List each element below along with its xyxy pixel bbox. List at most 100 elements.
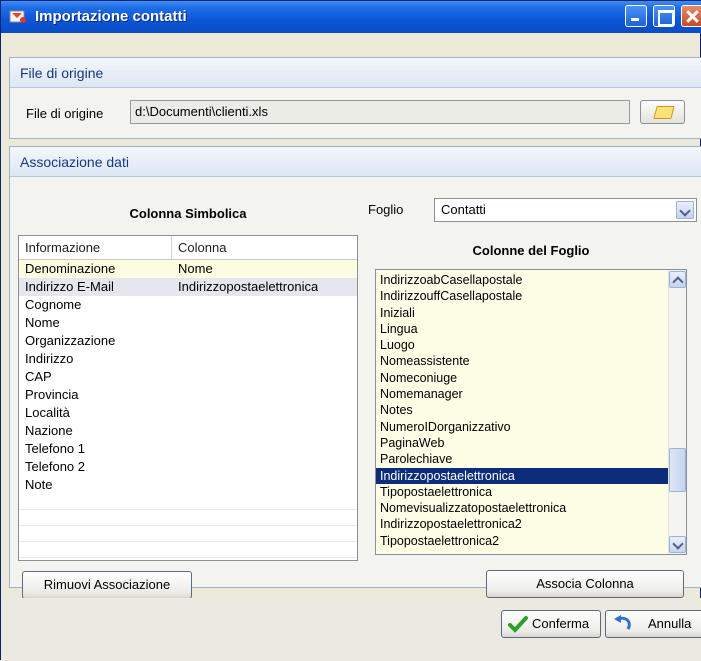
column-cell bbox=[172, 404, 178, 422]
list-item[interactable]: Nomeconiuge bbox=[376, 370, 686, 386]
mapping-grid[interactable]: Informazione Colonna Denominazione Nome In… bbox=[18, 235, 358, 561]
info-cell: Località bbox=[25, 405, 70, 420]
info-cell: Telefono 2 bbox=[25, 459, 85, 474]
table-row[interactable]: Indirizzo E-Mail Indirizzopostaelettronic… bbox=[19, 278, 357, 296]
associate-column-button[interactable]: Associa Colonna bbox=[486, 570, 684, 598]
browse-button[interactable] bbox=[640, 100, 685, 124]
info-cell: Provincia bbox=[25, 387, 79, 402]
table-row[interactable]: Note bbox=[19, 476, 357, 494]
list-item[interactable]: Tipopostaelettronica2 bbox=[376, 533, 686, 549]
source-panel-header: File di origine bbox=[10, 58, 701, 88]
list-item[interactable]: Notes bbox=[376, 402, 686, 418]
column-cell bbox=[172, 476, 178, 494]
remove-association-button[interactable]: Rimuovi Associazione bbox=[22, 571, 192, 599]
table-row[interactable]: Organizzazione bbox=[19, 332, 357, 350]
grid-header: Informazione Colonna bbox=[19, 236, 357, 260]
info-cell: Denominazione bbox=[25, 261, 116, 276]
scroll-up-icon[interactable] bbox=[669, 271, 686, 288]
column-cell: Indirizzopostaelettronica bbox=[178, 279, 319, 294]
grid-header-column[interactable]: Colonna bbox=[172, 236, 226, 259]
list-item[interactable]: Luogo bbox=[376, 337, 686, 353]
sheet-columns-items: IndirizzoabCasellapostale IndirizzouffCas… bbox=[376, 270, 686, 549]
column-cell bbox=[172, 386, 178, 404]
sheet-label: Foglio bbox=[368, 202, 404, 217]
column-cell bbox=[172, 296, 178, 314]
table-row[interactable]: Località bbox=[19, 404, 357, 422]
table-row[interactable]: Denominazione Nome bbox=[19, 260, 357, 278]
close-icon[interactable] bbox=[681, 5, 701, 27]
column-cell bbox=[172, 368, 178, 386]
associate-column-label: Associa Colonna bbox=[536, 576, 634, 591]
list-item[interactable]: IndirizzouffCasellapostale bbox=[376, 288, 686, 304]
data-mapping-panel: Associazione dati Colonna Simbolica Info… bbox=[9, 146, 701, 599]
empty-row bbox=[19, 558, 357, 560]
column-cell bbox=[172, 350, 178, 368]
list-item[interactable]: Indirizzopostaelettronica bbox=[376, 467, 686, 484]
list-scrollbar[interactable] bbox=[668, 270, 686, 554]
table-row[interactable]: Indirizzo bbox=[19, 350, 357, 368]
cancel-button[interactable]: Annulla bbox=[605, 610, 701, 638]
list-item[interactable]: Nomemanager bbox=[376, 386, 686, 402]
sheet-select[interactable]: Contatti bbox=[434, 198, 697, 222]
table-row[interactable]: Cognome bbox=[19, 296, 357, 314]
table-row[interactable]: Telefono 1 bbox=[19, 440, 357, 458]
table-row[interactable]: Telefono 2 bbox=[19, 458, 357, 476]
folder-icon bbox=[653, 106, 675, 119]
info-cell: Indirizzo E-Mail bbox=[25, 279, 114, 294]
list-item[interactable]: Indirizzopostaelettronica2 bbox=[376, 516, 686, 532]
check-icon bbox=[508, 616, 528, 633]
info-cell: Telefono 1 bbox=[25, 441, 85, 456]
title-bar[interactable]: Importazione contatti bbox=[1, 1, 701, 33]
empty-row bbox=[19, 510, 357, 526]
info-cell: Cognome bbox=[25, 297, 82, 312]
list-item[interactable]: Nomeassistente bbox=[376, 353, 686, 369]
list-item[interactable]: Parolechiave bbox=[376, 451, 686, 467]
symbolic-column-title: Colonna Simbolica bbox=[129, 206, 247, 221]
list-item[interactable]: Nomevisualizzatopostaelettronica bbox=[376, 500, 686, 516]
list-item[interactable]: Lingua bbox=[376, 321, 686, 337]
file-label: File di origine bbox=[26, 106, 104, 121]
scroll-thumb[interactable] bbox=[669, 448, 686, 492]
info-cell: Nazione bbox=[25, 423, 73, 438]
column-cell: Nome bbox=[178, 261, 213, 276]
list-item[interactable]: NumeroIDorganizzativo bbox=[376, 419, 686, 435]
app-icon bbox=[9, 10, 26, 23]
sheet-columns-list[interactable]: IndirizzoabCasellapostale IndirizzouffCas… bbox=[375, 269, 687, 555]
table-row[interactable]: Nazione bbox=[19, 422, 357, 440]
minimize-icon[interactable] bbox=[625, 5, 647, 27]
column-cell bbox=[172, 440, 178, 458]
column-cell bbox=[172, 332, 178, 350]
table-row[interactable]: Nome bbox=[19, 314, 357, 332]
empty-row bbox=[19, 526, 357, 542]
source-file-panel: File di origine File di origine d:\Docum… bbox=[9, 57, 701, 139]
list-item[interactable]: PaginaWeb bbox=[376, 435, 686, 451]
empty-row bbox=[19, 494, 357, 510]
remove-association-label: Rimuovi Associazione bbox=[43, 577, 171, 592]
table-row[interactable]: CAP bbox=[19, 368, 357, 386]
grid-body: Denominazione Nome Indirizzo E-Mail Indiriz… bbox=[19, 260, 357, 560]
file-path-field[interactable]: d:\Documenti\clienti.xls bbox=[130, 100, 630, 124]
column-cell bbox=[172, 458, 178, 476]
scroll-down-icon[interactable] bbox=[669, 536, 686, 553]
confirm-label: Conferma bbox=[532, 616, 590, 631]
cancel-label: Annulla bbox=[648, 616, 692, 631]
sheet-columns-title: Colonne del Foglio bbox=[472, 243, 590, 258]
list-item[interactable]: Iniziali bbox=[376, 305, 686, 321]
table-row[interactable]: Provincia bbox=[19, 386, 357, 404]
column-cell bbox=[172, 422, 178, 440]
list-item[interactable]: IndirizzoabCasellapostale bbox=[376, 272, 686, 288]
chevron-down-icon[interactable] bbox=[676, 201, 694, 219]
import-contacts-window: Importazione contatti File di origine Fi… bbox=[0, 0, 701, 661]
window-title: Importazione contatti bbox=[35, 8, 187, 25]
mapping-panel-header: Associazione dati bbox=[10, 147, 701, 177]
maximize-icon[interactable] bbox=[653, 5, 675, 27]
empty-row bbox=[19, 542, 357, 558]
grid-header-info[interactable]: Informazione bbox=[19, 236, 172, 259]
sheet-select-value: Contatti bbox=[441, 202, 486, 217]
info-cell: Nome bbox=[25, 315, 60, 330]
list-item[interactable]: Tipopostaelettronica bbox=[376, 484, 686, 500]
info-cell: Organizzazione bbox=[25, 333, 116, 348]
info-cell: CAP bbox=[25, 369, 52, 384]
info-cell: Indirizzo bbox=[25, 351, 74, 366]
confirm-button[interactable]: Conferma bbox=[501, 610, 601, 638]
